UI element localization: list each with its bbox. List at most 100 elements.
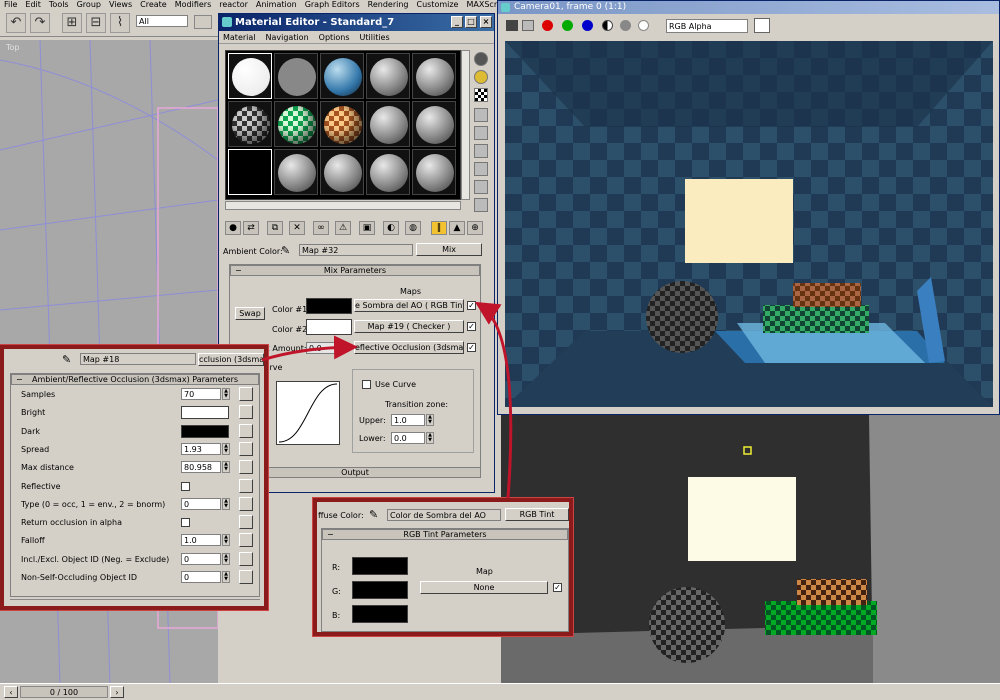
g-color-swatch[interactable] bbox=[352, 581, 408, 599]
ao-param-spinner[interactable]: ▲ ▼ bbox=[222, 534, 230, 547]
me-menu-options[interactable]: Options bbox=[319, 33, 350, 42]
time-slider[interactable]: 0 / 100 bbox=[20, 686, 108, 698]
mix-amount-map-checkbox[interactable]: ✓ bbox=[467, 343, 476, 352]
show-end-result-icon[interactable]: ◍ bbox=[405, 221, 421, 235]
ao-param-input[interactable]: 1.93 bbox=[181, 442, 221, 455]
upper-input[interactable]: 1.0 bbox=[391, 414, 425, 426]
color-swatch[interactable] bbox=[754, 18, 770, 33]
color1-swatch[interactable] bbox=[306, 298, 352, 314]
ao-param-map-button[interactable] bbox=[239, 533, 253, 548]
menu-item-graph-editors[interactable]: Graph Editors bbox=[305, 0, 360, 9]
sample-slot-active[interactable] bbox=[228, 149, 272, 195]
material-effects-channel-icon[interactable]: ▣ bbox=[359, 221, 375, 235]
sample-slot[interactable] bbox=[412, 101, 456, 147]
color2-swatch[interactable] bbox=[306, 319, 352, 335]
ao-param-input[interactable]: 80.958 bbox=[181, 461, 221, 474]
slots-horizontal-scrollbar[interactable] bbox=[225, 201, 461, 210]
swap-button[interactable]: Swap bbox=[235, 307, 265, 320]
me-menu-material[interactable]: Material bbox=[223, 33, 256, 42]
mix-amount-input[interactable]: 0.0 bbox=[306, 342, 336, 354]
use-curve-checkbox[interactable] bbox=[362, 380, 371, 389]
link-icon[interactable]: ⊞ bbox=[62, 13, 82, 33]
sample-slot[interactable] bbox=[412, 149, 456, 195]
tint-map-none-button[interactable]: None bbox=[420, 581, 548, 594]
sample-slot[interactable] bbox=[320, 101, 364, 147]
minimize-icon[interactable]: _ bbox=[451, 16, 463, 28]
r-color-swatch[interactable] bbox=[352, 557, 408, 575]
menu-item-views[interactable]: Views bbox=[109, 0, 132, 9]
render-window-titlebar[interactable]: Camera01, frame 0 (1:1) bbox=[498, 1, 999, 14]
sample-slot[interactable] bbox=[366, 149, 410, 195]
make-preview-icon[interactable] bbox=[474, 144, 488, 158]
green-channel-icon[interactable] bbox=[562, 20, 573, 31]
red-channel-icon[interactable] bbox=[542, 20, 553, 31]
ao-param-map-button[interactable] bbox=[239, 423, 253, 438]
select-object-icon[interactable] bbox=[194, 15, 212, 29]
mix-amount-map-button[interactable]: eflective Occlusion (3dsmax) ) bbox=[354, 341, 464, 354]
map-type-button[interactable]: Mix bbox=[416, 243, 482, 256]
alpha-channel-icon[interactable] bbox=[602, 20, 613, 31]
tint-map-checkbox[interactable]: ✓ bbox=[553, 583, 562, 592]
display-channel-dropdown[interactable]: RGB Alpha bbox=[666, 19, 748, 33]
color2-map-checkbox[interactable]: ✓ bbox=[467, 322, 476, 331]
ambient-map-name-dropdown[interactable]: Map #32 bbox=[299, 244, 413, 256]
menu-item-create[interactable]: Create bbox=[140, 0, 167, 9]
menu-item-customize[interactable]: Customize bbox=[416, 0, 458, 9]
menu-item-modifiers[interactable]: Modifiers bbox=[175, 0, 212, 9]
maximize-icon[interactable]: □ bbox=[465, 16, 477, 28]
ao-param-spinner[interactable]: ▲ ▼ bbox=[222, 442, 230, 455]
assign-material-icon[interactable]: ⧉ bbox=[267, 221, 283, 235]
ao-param-map-button[interactable] bbox=[239, 570, 253, 584]
go-forward-sibling-icon[interactable]: ▲ bbox=[449, 221, 465, 235]
undo-icon[interactable]: ↶ bbox=[6, 13, 26, 33]
sample-type-icon[interactable] bbox=[474, 52, 488, 66]
make-unique-icon[interactable]: ∞ bbox=[313, 221, 329, 235]
clear-icon[interactable] bbox=[638, 20, 649, 31]
sample-slot[interactable] bbox=[274, 53, 318, 99]
sample-slot[interactable] bbox=[320, 53, 364, 99]
ao-param-map-button[interactable] bbox=[239, 496, 253, 511]
mix-rollout-header[interactable]: − Mix Parameters bbox=[230, 265, 480, 276]
bind-space-warp-icon[interactable]: ⌇ bbox=[110, 13, 130, 33]
blue-channel-icon[interactable] bbox=[582, 20, 593, 31]
ao-map-name-dropdown[interactable]: Map #18 bbox=[80, 353, 196, 365]
sample-slot[interactable] bbox=[274, 149, 318, 195]
ao-param-spinner[interactable]: ▲ ▼ bbox=[222, 461, 230, 474]
tint-map-type-button[interactable]: RGB Tint bbox=[505, 508, 569, 521]
sample-slot[interactable] bbox=[412, 53, 456, 99]
reset-map-icon[interactable]: ✕ bbox=[289, 221, 305, 235]
unlink-icon[interactable]: ⊟ bbox=[86, 13, 106, 33]
menu-item-edit[interactable]: Edit bbox=[25, 0, 41, 9]
ao-param-input[interactable]: 70 bbox=[181, 388, 221, 400]
ao-param-spinner[interactable]: ▲ ▼ bbox=[222, 552, 230, 565]
ao-param-map-button[interactable] bbox=[239, 478, 253, 493]
ao-param-checkbox[interactable] bbox=[181, 481, 190, 491]
sample-slot[interactable] bbox=[366, 53, 410, 99]
tint-map-name-dropdown[interactable]: Color de Sombra del AO bbox=[387, 509, 501, 521]
background-checker-icon[interactable] bbox=[474, 88, 488, 102]
clone-window-icon[interactable] bbox=[522, 20, 534, 31]
show-map-icon[interactable]: ◐ bbox=[383, 221, 399, 235]
upper-spinner[interactable]: ▲ ▼ bbox=[426, 414, 434, 426]
color1-map-button[interactable]: e Sombra del AO ( RGB Tint ) bbox=[354, 299, 464, 312]
color1-map-checkbox[interactable]: ✓ bbox=[467, 301, 476, 310]
menu-item-tools[interactable]: Tools bbox=[49, 0, 69, 9]
ao-param-input[interactable]: 0 bbox=[181, 552, 221, 565]
lower-spinner[interactable]: ▲ ▼ bbox=[426, 432, 434, 444]
camera-viewport[interactable] bbox=[501, 415, 1000, 683]
put-to-library-icon[interactable]: ⚠ bbox=[335, 221, 351, 235]
b-color-swatch[interactable] bbox=[352, 605, 408, 623]
ao-param-input[interactable]: 1.0 bbox=[181, 534, 221, 547]
menu-item-reactor[interactable]: reactor bbox=[219, 0, 248, 9]
ao-param-map-button[interactable] bbox=[239, 405, 253, 420]
sample-slot[interactable] bbox=[366, 101, 410, 147]
material-map-navigator-icon[interactable] bbox=[474, 198, 488, 212]
ao-param-input[interactable]: 0 bbox=[181, 571, 221, 583]
slider-right-icon[interactable]: › bbox=[110, 686, 124, 698]
rgb-tint-rollout-header[interactable]: − RGB Tint Parameters bbox=[322, 529, 568, 540]
sample-slot[interactable] bbox=[228, 101, 272, 147]
lower-input[interactable]: 0.0 bbox=[391, 432, 425, 444]
select-by-material-icon[interactable] bbox=[474, 180, 488, 194]
ao-map-type-button[interactable]: cclusion (3dsmax) bbox=[198, 353, 264, 366]
ao-color-swatch[interactable] bbox=[181, 406, 229, 420]
